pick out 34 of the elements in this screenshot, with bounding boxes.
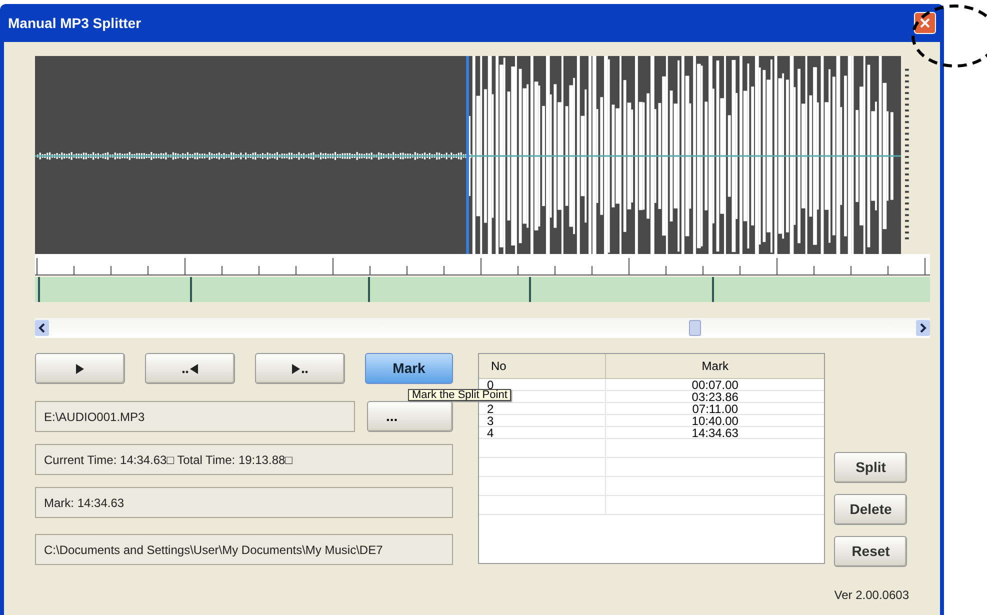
scroll-right-icon[interactable] [916,320,930,336]
browse-button[interactable]: ... [367,401,453,432]
scroll-thumb[interactable] [689,320,701,336]
file-field[interactable]: E:\AUDIO001.MP3 [35,401,355,432]
forward-button[interactable] [255,353,345,384]
time-field: Current Time: 14:34.63□ Total Time: 19:13.88□ [35,444,453,475]
tooltip: Mark the Split Point [408,389,512,401]
version-label: Ver 2.00.0603 [834,587,909,604]
mark-button[interactable]: Mark [365,353,453,384]
rewind-button[interactable] [145,353,235,384]
column-header[interactable]: No [479,354,606,378]
action-button[interactable]: Reset [834,536,908,567]
table-cell: 14:34.63 [692,426,738,438]
close-icon [920,18,930,28]
window-title: Manual MP3 Splitter [8,14,142,33]
table-cell: 03:23.86 [692,390,738,402]
play-button[interactable] [35,353,125,384]
action-button[interactable]: Delete [834,494,908,525]
scrollbar[interactable] [35,318,930,338]
table-cell: 10:40.00 [692,414,738,426]
table-cell: 4 [487,426,494,438]
table-cell: 3 [487,414,494,426]
mark-field: Mark: 14:34.63 [35,487,453,518]
play-icon [76,364,84,374]
rewind-icon [182,364,198,374]
table-cell: 2 [487,402,494,414]
table-cell: 0 [487,378,494,390]
forward-icon [292,364,308,374]
action-button[interactable]: Split [834,452,908,483]
column-header[interactable]: Mark [606,354,824,378]
scroll-left-icon[interactable] [35,320,49,336]
output-folder-field[interactable]: C:\Documents and Settings\User\My Documents\My Music\DE7 [35,534,453,565]
table-cell: 07:11.00 [692,402,738,414]
table-cell: 00:07.00 [692,378,738,390]
